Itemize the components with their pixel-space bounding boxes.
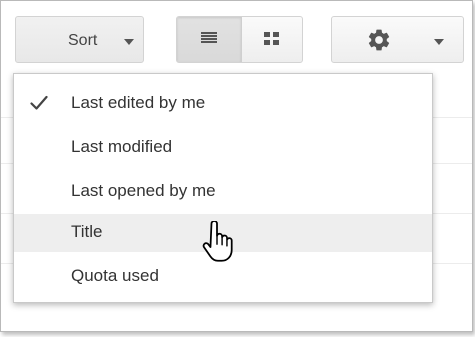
menu-item-last-modified[interactable]: Last modified <box>14 129 432 167</box>
screenshot-frame: Sort Last edited by me Last modified Las… <box>0 0 473 332</box>
sort-button[interactable]: Sort <box>15 16 144 63</box>
grid-view-button[interactable] <box>242 17 302 62</box>
background-row-divider <box>433 163 472 164</box>
menu-item-last-opened-by-me[interactable]: Last opened by me <box>14 173 432 211</box>
view-toggle-group <box>176 16 303 63</box>
menu-item-label: Quota used <box>71 266 159 285</box>
menu-item-quota-used[interactable]: Quota used <box>14 258 432 296</box>
grid-view-icon <box>264 32 280 46</box>
gear-icon <box>368 29 390 51</box>
background-row-divider <box>433 117 472 118</box>
background-row-divider <box>433 263 472 264</box>
chevron-down-icon <box>434 39 444 45</box>
menu-item-label: Last opened by me <box>71 181 216 200</box>
settings-button[interactable] <box>331 16 464 63</box>
background-row-divider <box>1 117 13 118</box>
sort-button-label: Sort <box>68 32 98 49</box>
list-view-button[interactable] <box>177 17 242 62</box>
check-icon <box>30 95 48 110</box>
background-row-divider <box>1 263 13 264</box>
chevron-down-icon <box>124 39 134 45</box>
menu-item-label: Last modified <box>71 137 173 156</box>
list-view-icon <box>201 32 217 45</box>
menu-item-last-edited-by-me[interactable]: Last edited by me <box>14 85 432 123</box>
hand-pointer-icon <box>202 221 233 262</box>
menu-item-label: Title <box>71 222 103 241</box>
background-row-divider <box>433 213 472 214</box>
sort-dropdown-menu: Last edited by me Last modified Last ope… <box>13 73 433 303</box>
background-row-divider <box>1 213 13 214</box>
menu-item-label: Last edited by me <box>71 93 206 112</box>
background-row-divider <box>1 163 13 164</box>
